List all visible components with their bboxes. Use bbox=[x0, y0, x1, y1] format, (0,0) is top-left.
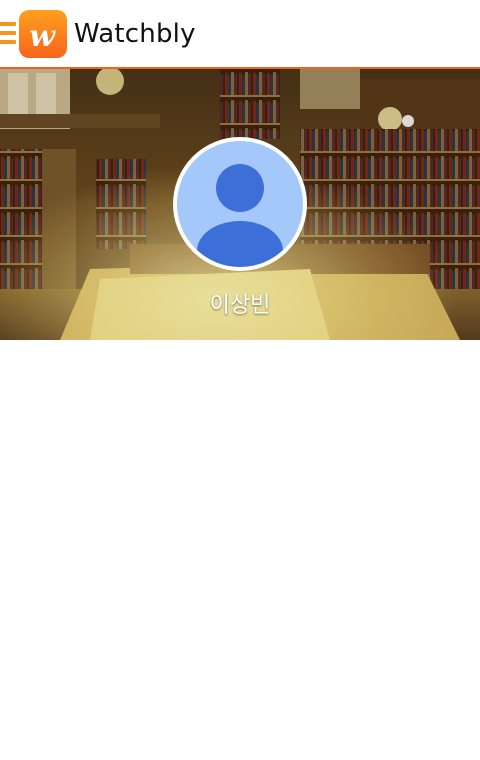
default-user-avatar-icon bbox=[197, 164, 283, 267]
w-logo-icon: w bbox=[29, 19, 56, 54]
app-bar: w Watchbly bbox=[0, 0, 480, 69]
app-logo[interactable]: w bbox=[19, 10, 67, 58]
profile-name: 이상빈 bbox=[209, 293, 271, 318]
profile-cover: 이상빈 bbox=[0, 69, 480, 340]
svg-text:w: w bbox=[29, 19, 56, 54]
profile-avatar[interactable] bbox=[173, 137, 307, 271]
hamburger-menu-icon[interactable] bbox=[0, 22, 16, 44]
app-title: Watchbly bbox=[74, 19, 196, 49]
